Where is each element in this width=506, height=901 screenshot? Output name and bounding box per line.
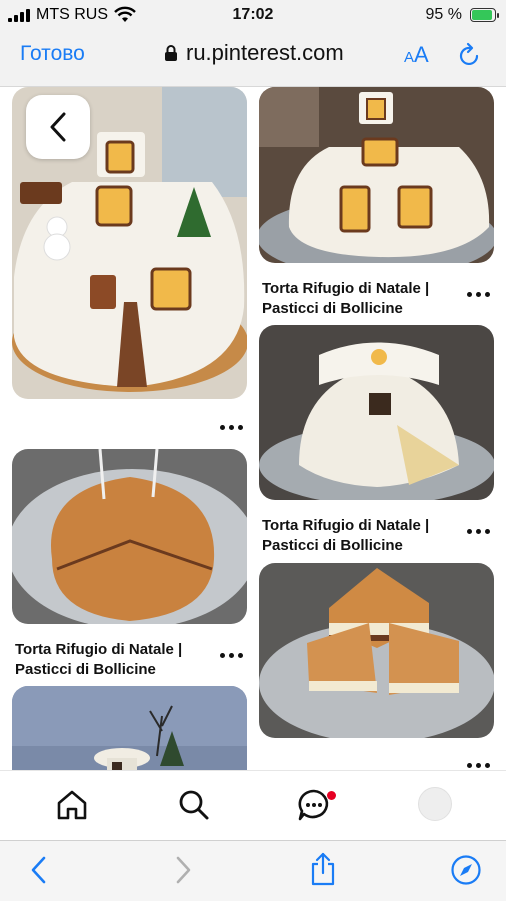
url-field[interactable]: ru.pinterest.com (164, 40, 344, 66)
back-button[interactable] (26, 95, 90, 159)
chevron-left-icon (50, 112, 66, 142)
status-bar: MTS RUS 17:02 95 % (0, 0, 506, 30)
home-icon[interactable] (54, 787, 90, 823)
pin-caption[interactable]: Torta Rifugio di Natale | Pasticci di Bo… (15, 640, 215, 680)
more-options-button[interactable] (467, 755, 494, 770)
done-button[interactable]: Готово (20, 42, 85, 66)
profile-avatar[interactable] (418, 787, 452, 821)
pin-image-igloo-cake[interactable] (12, 87, 247, 399)
pin-grid: Torta Rifugio di Natale | Pasticci di Bo… (0, 87, 506, 770)
pin-image-house-cake[interactable] (259, 87, 494, 263)
more-options-button[interactable] (467, 284, 494, 302)
pin-caption[interactable]: Torta Rifugio di Natale | Pasticci di Bo… (262, 279, 462, 319)
share-icon[interactable] (309, 851, 337, 887)
battery-icon (470, 8, 499, 22)
pin-image-sponge-cake[interactable] (12, 449, 247, 624)
pinterest-bottom-nav (0, 770, 506, 841)
url-text: ru.pinterest.com (186, 40, 344, 65)
battery-percent: 95 % (425, 6, 462, 23)
browser-address-bar: Готово ru.pinterest.com AA (0, 30, 506, 87)
back-icon[interactable] (28, 855, 50, 885)
forward-icon[interactable] (172, 855, 194, 885)
pin-image-igloo-dome-cake[interactable] (259, 325, 494, 500)
lock-icon (165, 45, 177, 61)
reload-icon[interactable] (458, 42, 482, 68)
pin-image-snowy-cake[interactable] (12, 686, 247, 770)
more-options-button[interactable] (220, 645, 247, 663)
notification-dot (327, 791, 336, 800)
pin-image-layered-cake[interactable] (259, 563, 494, 738)
search-icon[interactable] (176, 787, 212, 823)
text-size-button[interactable]: AA (404, 42, 429, 68)
safari-toolbar (0, 840, 506, 901)
more-options-button[interactable] (467, 521, 494, 539)
messages-button[interactable] (296, 787, 336, 823)
more-options-button[interactable] (220, 417, 247, 435)
pin-caption[interactable]: Torta Rifugio di Natale | Pasticci di Bo… (262, 516, 462, 556)
compass-icon[interactable] (450, 854, 482, 886)
